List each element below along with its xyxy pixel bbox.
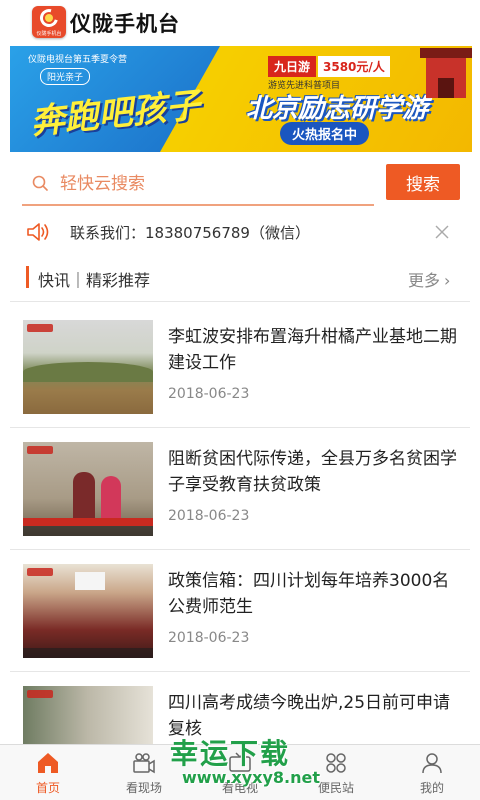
notice-text: 联系我们：18380756789（微信） <box>70 224 310 242</box>
news-title: 李虹波安排布置海升柑橘产业基地二期建设工作 <box>168 327 457 373</box>
speaker-icon <box>27 223 49 241</box>
banner-price: 3580元/人 <box>318 56 390 77</box>
app-title: 仪陇手机台 <box>70 12 180 36</box>
tab-label: 首页 <box>35 781 60 795</box>
news-thumbnail <box>23 320 153 414</box>
banner-trip: 九日游 <box>268 56 317 77</box>
search-icon <box>32 175 48 191</box>
section-accent-bar <box>26 266 29 288</box>
more-link[interactable]: 更多 › <box>408 267 450 291</box>
tab-home[interactable]: 首页 <box>0 745 96 800</box>
search-button[interactable]: 搜索 <box>386 164 460 200</box>
watermark-url: www.xyxy8.net <box>182 768 320 787</box>
logo-subtext: 仪陇手机台 <box>36 31 62 37</box>
news-title: 政策信箱：四川计划每年培养3000名公费师范生 <box>168 571 450 617</box>
app-logo-icon: 仪陇手机台 <box>32 6 66 38</box>
tiananmen-gate-icon <box>420 48 472 98</box>
banner-top-line: 仪陇电视台第五季夏令营 <box>28 55 128 65</box>
tab-profile[interactable]: 我的 <box>384 745 480 800</box>
news-date: 2018-06-23 <box>168 386 250 402</box>
news-thumbnail <box>23 442 153 536</box>
news-date: 2018-06-23 <box>168 508 250 524</box>
banner-cta: 火热报名中 <box>280 122 370 145</box>
tab-label: 看现场 <box>125 781 162 795</box>
user-icon <box>422 753 442 774</box>
news-date: 2018-06-23 <box>168 630 250 646</box>
promo-banner[interactable]: 仪陇电视台第五季夏令营 阳光亲子 奔跑吧孩子 九日游 3580元/人 游览先进科… <box>10 46 472 152</box>
banner-badge: 阳光亲子 <box>40 68 91 85</box>
chevron-right-icon: › <box>444 271 451 290</box>
search-input[interactable] <box>60 170 360 198</box>
banner-main-text: 北京励志研学游 <box>246 94 429 124</box>
video-icon <box>133 753 155 774</box>
notice-bar: 联系我们：18380756789（微信） <box>0 214 480 250</box>
home-icon <box>38 753 58 773</box>
news-item[interactable]: 李虹波安排布置海升柑橘产业基地二期建设工作 2018-06-23 <box>10 306 470 428</box>
close-icon[interactable] <box>434 224 450 240</box>
section-header: 快讯｜精彩推荐 更多 › <box>10 258 470 302</box>
search-box <box>22 164 374 206</box>
news-title: 阻断贫困代际传递，全县万多名贫困学子享受教育扶贫政策 <box>168 449 457 495</box>
news-item[interactable]: 阻断贫困代际传递，全县万多名贫困学子享受教育扶贫政策 2018-06-23 <box>10 428 470 550</box>
app-header: 仪陇手机台 仪陇手机台 <box>0 0 480 44</box>
tab-label: 我的 <box>419 781 444 795</box>
grid-icon <box>326 753 346 773</box>
more-label: 更多 <box>408 271 441 290</box>
news-item[interactable]: 政策信箱：四川计划每年培养3000名公费师范生 2018-06-23 <box>10 550 470 672</box>
section-title: 快讯｜精彩推荐 <box>38 271 151 290</box>
news-list: 李虹波安排布置海升柑橘产业基地二期建设工作 2018-06-23 阻断贫困代际传… <box>10 306 470 794</box>
watermark-text: 幸运下载 <box>170 737 291 770</box>
news-thumbnail <box>23 564 153 658</box>
